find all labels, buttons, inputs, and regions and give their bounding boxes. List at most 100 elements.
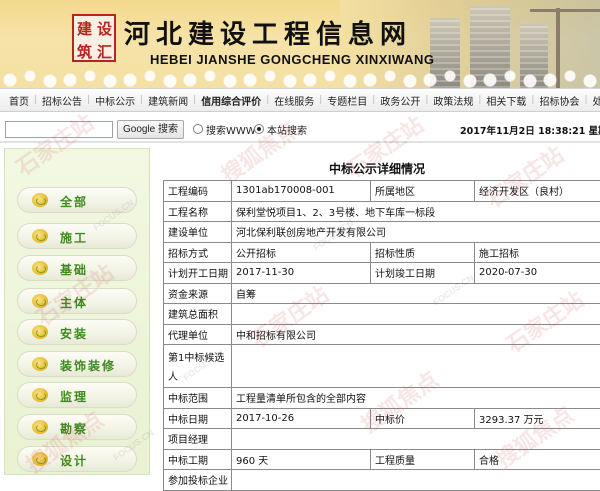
nav-item-regulations[interactable]: 政策法规 (430, 93, 476, 108)
search-bar: Google 搜索 搜索WWW 本站搜索 2017年11月2日 18:38:21… (0, 117, 600, 141)
label-agency: 代理单位 (164, 324, 232, 345)
table-row: 第1中标候选人 (164, 345, 600, 388)
bullet-icon (32, 325, 48, 339)
sidebar-item-construction[interactable]: 施工 (17, 223, 137, 249)
nav-item-association[interactable]: 招标协会 (536, 93, 582, 108)
value-agency: 中和招标有限公司 (232, 324, 600, 345)
nav-separator: | (264, 95, 271, 105)
label-tender-method: 招标方式 (164, 242, 232, 263)
sidebar-item-design[interactable]: 设计 (17, 446, 137, 472)
logo-char: 建 (77, 18, 92, 39)
value-project-name: 保利堂悦项目1、2、3号楼、地下车库一标段 (232, 201, 600, 222)
nav-item-topics[interactable]: 专题栏目 (324, 93, 370, 108)
value-project-code: 1301ab170008-001 (232, 181, 371, 202)
value-award-price: 3293.37 万元 (475, 408, 600, 429)
table-row: 代理单位 中和招标有限公司 (164, 324, 600, 345)
sidebar-item-label: 监理 (60, 388, 88, 405)
current-datetime: 2017年11月2日 18:38:21 星期四 (460, 123, 600, 137)
search-www-label[interactable]: 搜索WWW (206, 122, 256, 137)
value-first-candidate (232, 345, 600, 388)
label-project-name: 工程名称 (164, 201, 232, 222)
value-planned-end: 2020-07-30 (475, 263, 600, 284)
table-row: 参加投标企业 (164, 470, 600, 491)
sidebar-item-installation[interactable]: 安装 (17, 319, 137, 345)
banner-crane-arm (530, 9, 600, 12)
site-banner: 建 设 筑 汇 河北建设工程信息网 HEBEI JIANSHE GONGCHEN… (0, 0, 600, 88)
logo-char: 筑 (77, 41, 92, 62)
award-detail-table: 工程编码 1301ab170008-001 所属地区 经济开发区（良村） 工程名… (163, 180, 600, 491)
label-first-candidate: 第1中标候选人 (164, 345, 232, 388)
label-funding-source: 资金来源 (164, 283, 232, 304)
detail-title: 中标公示详细情况 (154, 160, 600, 177)
label-bidders: 参加投标企业 (164, 470, 232, 491)
sidebar-item-label: 装饰装修 (60, 357, 116, 374)
nav-item-gov-affairs[interactable]: 政务公开 (377, 93, 423, 108)
nav-item-penalties[interactable]: 处罚通报 (590, 93, 600, 108)
nav-separator: | (370, 95, 377, 105)
nav-item-news[interactable]: 建筑新闻 (145, 93, 191, 108)
bullet-icon (32, 193, 48, 207)
site-title: 河北建设工程信息网 (124, 14, 412, 51)
nav-separator: | (191, 95, 198, 105)
label-total-area: 建筑总面积 (164, 304, 232, 325)
label-award-scope: 中标范围 (164, 388, 232, 409)
nav-separator: | (317, 95, 324, 105)
label-planned-end: 计划竣工日期 (371, 263, 475, 284)
value-region: 经济开发区（良村） (475, 181, 600, 202)
search-www-radio[interactable] (193, 124, 203, 134)
table-row: 工程编码 1301ab170008-001 所属地区 经济开发区（良村） (164, 181, 600, 202)
banner-flowers (0, 66, 600, 88)
table-row: 建设单位 河北保利联创房地产开发有限公司 (164, 222, 600, 243)
sidebar-item-label: 主体 (60, 294, 88, 311)
bullet-icon (32, 229, 48, 243)
nav-separator: | (423, 95, 430, 105)
nav-item-tender-notice[interactable]: 招标公告 (39, 93, 85, 108)
nav-item-award-notice[interactable]: 中标公示 (92, 93, 138, 108)
bullet-icon (32, 261, 48, 275)
bullet-icon (32, 388, 48, 402)
sidebar-item-decoration[interactable]: 装饰装修 (17, 351, 137, 377)
nav-separator: | (582, 95, 589, 105)
label-project-manager: 项目经理 (164, 429, 232, 450)
value-award-date: 2017-10-26 (232, 408, 371, 429)
label-award-duration: 中标工期 (164, 449, 232, 470)
label-tender-nature: 招标性质 (371, 242, 475, 263)
logo-char: 设 (97, 18, 112, 39)
value-funding-source: 自筹 (232, 283, 600, 304)
sidebar-item-foundation[interactable]: 基础 (17, 255, 137, 281)
value-tender-nature: 施工招标 (475, 242, 600, 263)
nav-separator: | (476, 95, 483, 105)
table-row: 项目经理 (164, 429, 600, 450)
site-logo[interactable]: 建 设 筑 汇 (72, 14, 116, 62)
nav-item-home[interactable]: 首页 (6, 93, 32, 108)
sidebar-item-label: 勘察 (60, 420, 88, 437)
search-site-label[interactable]: 本站搜索 (267, 122, 307, 137)
nav-item-online-service[interactable]: 在线服务 (271, 93, 317, 108)
value-award-scope: 工程量清单所包含的全部内容 (232, 388, 600, 409)
logo-char: 汇 (97, 41, 112, 62)
value-quality: 合格 (475, 449, 600, 470)
value-builder: 河北保利联创房地产开发有限公司 (232, 222, 600, 243)
value-bidders (232, 470, 600, 491)
nav-item-downloads[interactable]: 相关下载 (483, 93, 529, 108)
sidebar-item-supervision[interactable]: 监理 (17, 382, 137, 408)
label-award-price: 中标价 (371, 408, 475, 429)
value-total-area (232, 304, 600, 325)
nav-separator: | (138, 95, 145, 105)
table-row: 中标工期 960 天 工程质量 合格 (164, 449, 600, 470)
sidebar-item-all[interactable]: 全部 (17, 187, 137, 213)
label-builder: 建设单位 (164, 222, 232, 243)
value-project-manager (232, 429, 600, 450)
sidebar-item-label: 安装 (60, 325, 88, 342)
sidebar-item-main-structure[interactable]: 主体 (17, 288, 137, 314)
table-row: 中标范围 工程量清单所包含的全部内容 (164, 388, 600, 409)
search-site-radio[interactable] (254, 124, 264, 134)
label-region: 所属地区 (371, 181, 475, 202)
bullet-icon (32, 420, 48, 434)
sidebar-item-label: 全部 (60, 193, 88, 210)
search-input[interactable] (5, 121, 113, 138)
sidebar-item-survey[interactable]: 勘察 (17, 414, 137, 440)
nav-item-credit-rating[interactable]: 信用综合评价 (198, 93, 264, 108)
google-search-button[interactable]: Google 搜索 (117, 120, 184, 139)
bullet-icon (32, 357, 48, 371)
